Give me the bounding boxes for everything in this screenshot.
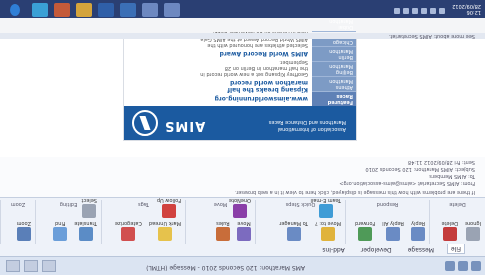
forward-button[interactable]: Forward <box>355 220 375 241</box>
mark-unread-button[interactable]: Mark Unread <box>149 220 181 241</box>
tray-icon[interactable] <box>412 8 418 14</box>
brand-name: AIMS <box>164 118 206 133</box>
system-tray <box>394 8 445 14</box>
move-to-button[interactable]: Move to: ? <box>315 220 341 241</box>
title-bar: AMS Marathon: 120 Seconds 2010 - Message… <box>0 256 485 275</box>
start-button[interactable] <box>10 4 20 16</box>
tray-icon[interactable] <box>439 8 445 14</box>
reply-button[interactable]: Reply <box>411 220 425 241</box>
brand-subtitle: Association of International Marathons a… <box>268 119 346 132</box>
newsletter-main: www.aimsworldrunning.org Kipsang breaks … <box>196 28 308 102</box>
status-bar: See more about: AIMS Secretariat. <box>0 33 485 39</box>
tray-icon[interactable] <box>403 8 409 14</box>
message-body: AIMS Association of International Marath… <box>0 16 485 157</box>
status-text: See more about: AIMS Secretariat. <box>388 33 475 39</box>
newsletter-banner: AIMS Association of International Marath… <box>124 106 356 140</box>
message-header: If there are problems with how this mess… <box>0 156 485 197</box>
categorize-button[interactable]: Categorize <box>115 220 142 241</box>
article-text-1: Geoffrey Kipsang set a new world record … <box>200 59 308 77</box>
browser-icon[interactable] <box>142 3 158 17</box>
close-button[interactable] <box>6 260 20 272</box>
sidebar-item[interactable]: Beijing Marathon <box>312 61 356 76</box>
tab-developer[interactable]: Developer <box>358 244 395 254</box>
window-title: AMS Marathon: 120 Seconds 2010 - Message… <box>146 264 305 271</box>
tab-add-ins[interactable]: Add-Ins <box>319 244 347 254</box>
tray-icon[interactable] <box>430 8 436 14</box>
undo-icon[interactable] <box>458 261 468 271</box>
translate-button[interactable]: Translate <box>74 220 97 241</box>
media-icon[interactable] <box>54 3 70 17</box>
taskbar-clock[interactable]: 12:06 28/09/2012 <box>452 3 481 15</box>
quick-access-toolbar <box>445 261 481 271</box>
outlook-message-window: AMS Marathon: 120 Seconds 2010 - Message… <box>0 0 485 275</box>
sidebar-item[interactable]: Dubai Marathon <box>312 16 356 31</box>
sidebar-title: Featured Races <box>312 91 356 106</box>
sent-line: Sent: Fri 28/09/2012 11:48 <box>407 159 475 165</box>
ignore-button[interactable]: Ignore <box>465 220 481 241</box>
group-quick-steps: Move to: ? To Manager Team E-mail Quick … <box>255 197 345 244</box>
tab-message[interactable]: Message <box>405 244 437 254</box>
ribbon-groups: Ignore Delete Delete Reply Reply All For… <box>0 197 485 244</box>
group-zoom: Zoom Zoom <box>0 200 35 244</box>
sidebar-item[interactable]: Athens Marathon <box>312 76 356 91</box>
windows-taskbar: 12:06 28/09/2012 <box>0 0 485 18</box>
newsletter-sidebar: Featured Races Athens Marathon Beijing M… <box>312 16 356 106</box>
group-delete: Ignore Delete Delete <box>429 200 485 244</box>
taskbar-apps <box>32 3 180 17</box>
newsletter-card: AIMS Association of International Marath… <box>123 16 357 141</box>
explorer-icon[interactable] <box>164 3 180 17</box>
ribbon-tabs: File Message Developer Add-Ins <box>319 244 465 254</box>
word-icon[interactable] <box>98 3 114 17</box>
group-tags: Mark Unread Categorize Follow Up Tags <box>101 197 185 244</box>
maximize-button[interactable] <box>24 260 38 272</box>
group-respond: Reply Reply All Forward Respond <box>345 200 429 244</box>
find-button[interactable]: Find <box>53 220 68 241</box>
rules-button[interactable]: Rules <box>215 220 230 241</box>
info-bar[interactable]: If there are problems with how this mess… <box>235 189 475 195</box>
tray-icon[interactable] <box>394 8 400 14</box>
delete-button[interactable]: Delete <box>442 220 458 241</box>
group-editing: Translate Find Select Editing <box>35 197 101 244</box>
redo-icon[interactable] <box>445 261 455 271</box>
aims-logo-icon <box>132 110 158 136</box>
minimize-button[interactable] <box>42 260 56 272</box>
subject-line: Subject: AIMS Marathon: 120 Seconds 2010 <box>365 166 475 172</box>
from-line: From: AIMS Secretariat <aims@aims-associ… <box>339 180 475 186</box>
article-heading-2[interactable]: AIMS World Record Award <box>196 50 308 57</box>
article-heading-1[interactable]: Kipsang breaks the half marathon world r… <box>196 79 308 93</box>
ribbon: File Message Developer Add-Ins Ignore De… <box>0 197 485 256</box>
save-icon[interactable] <box>471 261 481 271</box>
to-manager-button[interactable]: To Manager <box>279 220 308 241</box>
to-line: To: AIMS Members <box>429 173 475 179</box>
newsletter-url[interactable]: www.aimsworldrunning.org <box>196 95 308 102</box>
outlook-icon[interactable] <box>120 3 136 17</box>
group-move: Move Rules OneNote Move <box>185 197 255 244</box>
tab-file[interactable]: File <box>446 244 465 254</box>
sidebar-item[interactable]: Berlin Marathon <box>312 46 356 61</box>
zoom-button[interactable]: Zoom <box>17 220 31 241</box>
tray-icon[interactable] <box>421 8 427 14</box>
folder-icon[interactable] <box>76 3 92 17</box>
window-controls <box>6 260 56 272</box>
move-button[interactable]: Move <box>237 220 251 241</box>
chrome-icon[interactable] <box>32 3 48 17</box>
reply-all-button[interactable]: Reply All <box>382 220 404 241</box>
